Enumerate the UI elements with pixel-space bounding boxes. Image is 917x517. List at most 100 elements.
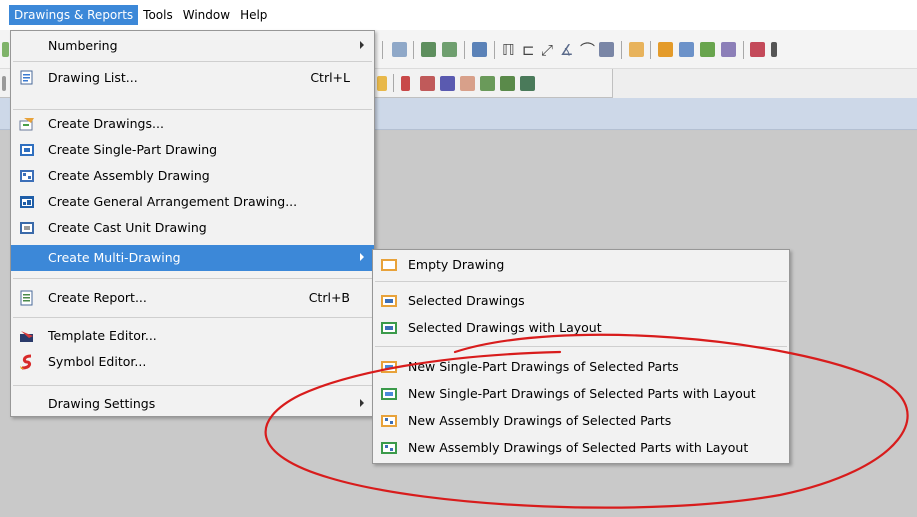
menu-item-label: Create Drawings... [48, 116, 164, 131]
submenu-item-new-assembly-layout[interactable]: New Assembly Drawings of Selected Parts … [373, 435, 789, 461]
submenu-item-selected-drawings[interactable]: Selected Drawings [373, 288, 789, 314]
empty-drawing-icon [381, 257, 397, 273]
help-query-icon[interactable] [472, 42, 487, 57]
arc-icon[interactable]: ⌒ [580, 42, 595, 58]
component-3-icon[interactable] [520, 76, 535, 91]
menu-separator [13, 109, 372, 110]
toolbar-separator [393, 74, 394, 92]
menu-item-create-single-part-drawing[interactable]: Create Single-Part Drawing [11, 137, 374, 163]
submenu-arrow-icon [360, 399, 364, 407]
mark-icon[interactable] [629, 42, 644, 57]
cast-unit-drawing-icon [19, 220, 35, 236]
toolbar-separator [621, 41, 622, 59]
symbol-editor-icon [19, 354, 35, 370]
menu-tools[interactable]: Tools [138, 5, 178, 25]
single-part-selected-layout-icon [381, 386, 397, 402]
submenu-item-label: New Assembly Drawings of Selected Parts … [408, 440, 749, 455]
toolbar-separator [650, 41, 651, 59]
menu-separator [13, 61, 372, 62]
report-icon [19, 290, 35, 306]
menu-drawings-reports[interactable]: Drawings & Reports [9, 5, 139, 25]
ga-drawing-icon [19, 194, 35, 210]
submenu-item-label: New Single-Part Drawings of Selected Par… [408, 359, 679, 374]
snap-2-icon[interactable] [442, 42, 457, 57]
create-drawings-icon [19, 116, 35, 132]
toolbar-separator [382, 41, 383, 59]
more-icon[interactable] [771, 42, 777, 57]
toolbar-left-edge-icon[interactable] [2, 42, 9, 57]
menu-item-numbering[interactable]: Numbering [11, 33, 374, 59]
single-part-drawing-icon [19, 142, 35, 158]
menu-item-symbol-editor[interactable]: Symbol Editor... [11, 349, 374, 375]
submenu-arrow-icon [360, 253, 364, 261]
submenu-separator [375, 281, 787, 282]
menu-item-drawing-settings[interactable]: Drawing Settings [11, 391, 374, 417]
menu-item-template-editor[interactable]: Template Editor... [11, 323, 374, 349]
menu-item-label: Create Single-Part Drawing [48, 142, 218, 157]
menu-item-shortcut: Ctrl+B [308, 290, 350, 305]
menu-item-create-assembly-drawing[interactable]: Create Assembly Drawing [11, 163, 374, 189]
menu-item-create-drawings[interactable]: Create Drawings... [11, 111, 374, 137]
menu-item-create-report[interactable]: Create Report... Ctrl+B [11, 285, 374, 311]
paste-icon[interactable] [700, 42, 715, 57]
submenu-item-new-single-part[interactable]: New Single-Part Drawings of Selected Par… [373, 354, 789, 380]
menu-item-label: Drawing Settings [48, 396, 156, 411]
column-icon[interactable] [401, 76, 410, 91]
grip-icon[interactable] [2, 76, 6, 91]
level-icon[interactable] [599, 42, 614, 57]
multi-drawing-submenu: Empty Drawing Selected Drawings Selected… [372, 249, 790, 464]
angle-icon[interactable]: ∡ [560, 42, 573, 58]
submenu-item-new-assembly[interactable]: New Assembly Drawings of Selected Parts [373, 408, 789, 434]
submenu-item-label: New Single-Part Drawings of Selected Par… [408, 386, 756, 401]
selected-drawings-icon [381, 293, 397, 309]
selected-drawings-layout-icon [381, 320, 397, 336]
menu-item-label: Create Report... [48, 290, 147, 305]
submenu-item-selected-drawings-layout[interactable]: Selected Drawings with Layout [373, 315, 789, 341]
menu-window[interactable]: Window [178, 5, 235, 25]
dimension-icon[interactable]: ℿ [502, 42, 515, 58]
layout-icon[interactable] [377, 76, 387, 91]
menu-item-create-cast-unit-drawing[interactable]: Create Cast Unit Drawing [11, 215, 374, 241]
submenu-separator [375, 346, 787, 347]
zoom-icon[interactable] [392, 42, 407, 57]
assembly-selected-layout-icon [381, 440, 397, 456]
submenu-arrow-icon [360, 41, 364, 49]
snap-icon[interactable] [421, 42, 436, 57]
submenu-item-new-single-part-layout[interactable]: New Single-Part Drawings of Selected Par… [373, 381, 789, 407]
submenu-item-label: New Assembly Drawings of Selected Parts [408, 413, 672, 428]
move-icon[interactable] [679, 42, 694, 57]
toolbar-separator [413, 41, 414, 59]
menu-item-label: Create General Arrangement Drawing... [48, 194, 298, 209]
table-icon[interactable] [721, 42, 736, 57]
menu-item-label: Create Multi-Drawing [48, 250, 181, 265]
dimension-2-icon[interactable]: ⊏ [522, 42, 535, 58]
toolbar-separator [494, 41, 495, 59]
component-icon[interactable] [480, 76, 495, 91]
menu-item-drawing-list[interactable]: Drawing List... Ctrl+L [11, 65, 374, 91]
menu-help[interactable]: Help [235, 5, 272, 25]
menu-item-create-multi-drawing[interactable]: Create Multi-Drawing [11, 245, 374, 271]
submenu-item-empty-drawing[interactable]: Empty Drawing [373, 252, 789, 278]
dimension-3-icon[interactable]: ⤢ [541, 42, 553, 58]
menu-item-label: Template Editor... [48, 328, 157, 343]
submenu-item-label: Selected Drawings [408, 293, 525, 308]
menu-item-create-ga-drawing[interactable]: Create General Arrangement Drawing... [11, 189, 374, 215]
plate-icon[interactable] [440, 76, 455, 91]
assembly-selected-icon [381, 413, 397, 429]
menu-bar: Drawings & Reports Tools Window Help [0, 0, 917, 30]
single-part-selected-icon [381, 359, 397, 375]
menu-item-label: Drawing List... [48, 70, 138, 85]
drawings-reports-menu: Numbering Drawing List... Ctrl+L Create … [10, 30, 375, 417]
brace-icon[interactable] [420, 76, 435, 91]
cut-icon[interactable] [460, 76, 475, 91]
submenu-item-label: Empty Drawing [408, 257, 505, 272]
menu-item-label: Create Cast Unit Drawing [48, 220, 207, 235]
toolbar-separator [464, 41, 465, 59]
pattern-icon[interactable] [750, 42, 765, 57]
copy-icon[interactable] [658, 42, 673, 57]
drawing-list-icon [19, 70, 35, 86]
component-2-icon[interactable] [500, 76, 515, 91]
menu-item-label: Numbering [48, 38, 118, 53]
menu-separator [13, 317, 372, 318]
menu-item-label: Symbol Editor... [48, 354, 147, 369]
